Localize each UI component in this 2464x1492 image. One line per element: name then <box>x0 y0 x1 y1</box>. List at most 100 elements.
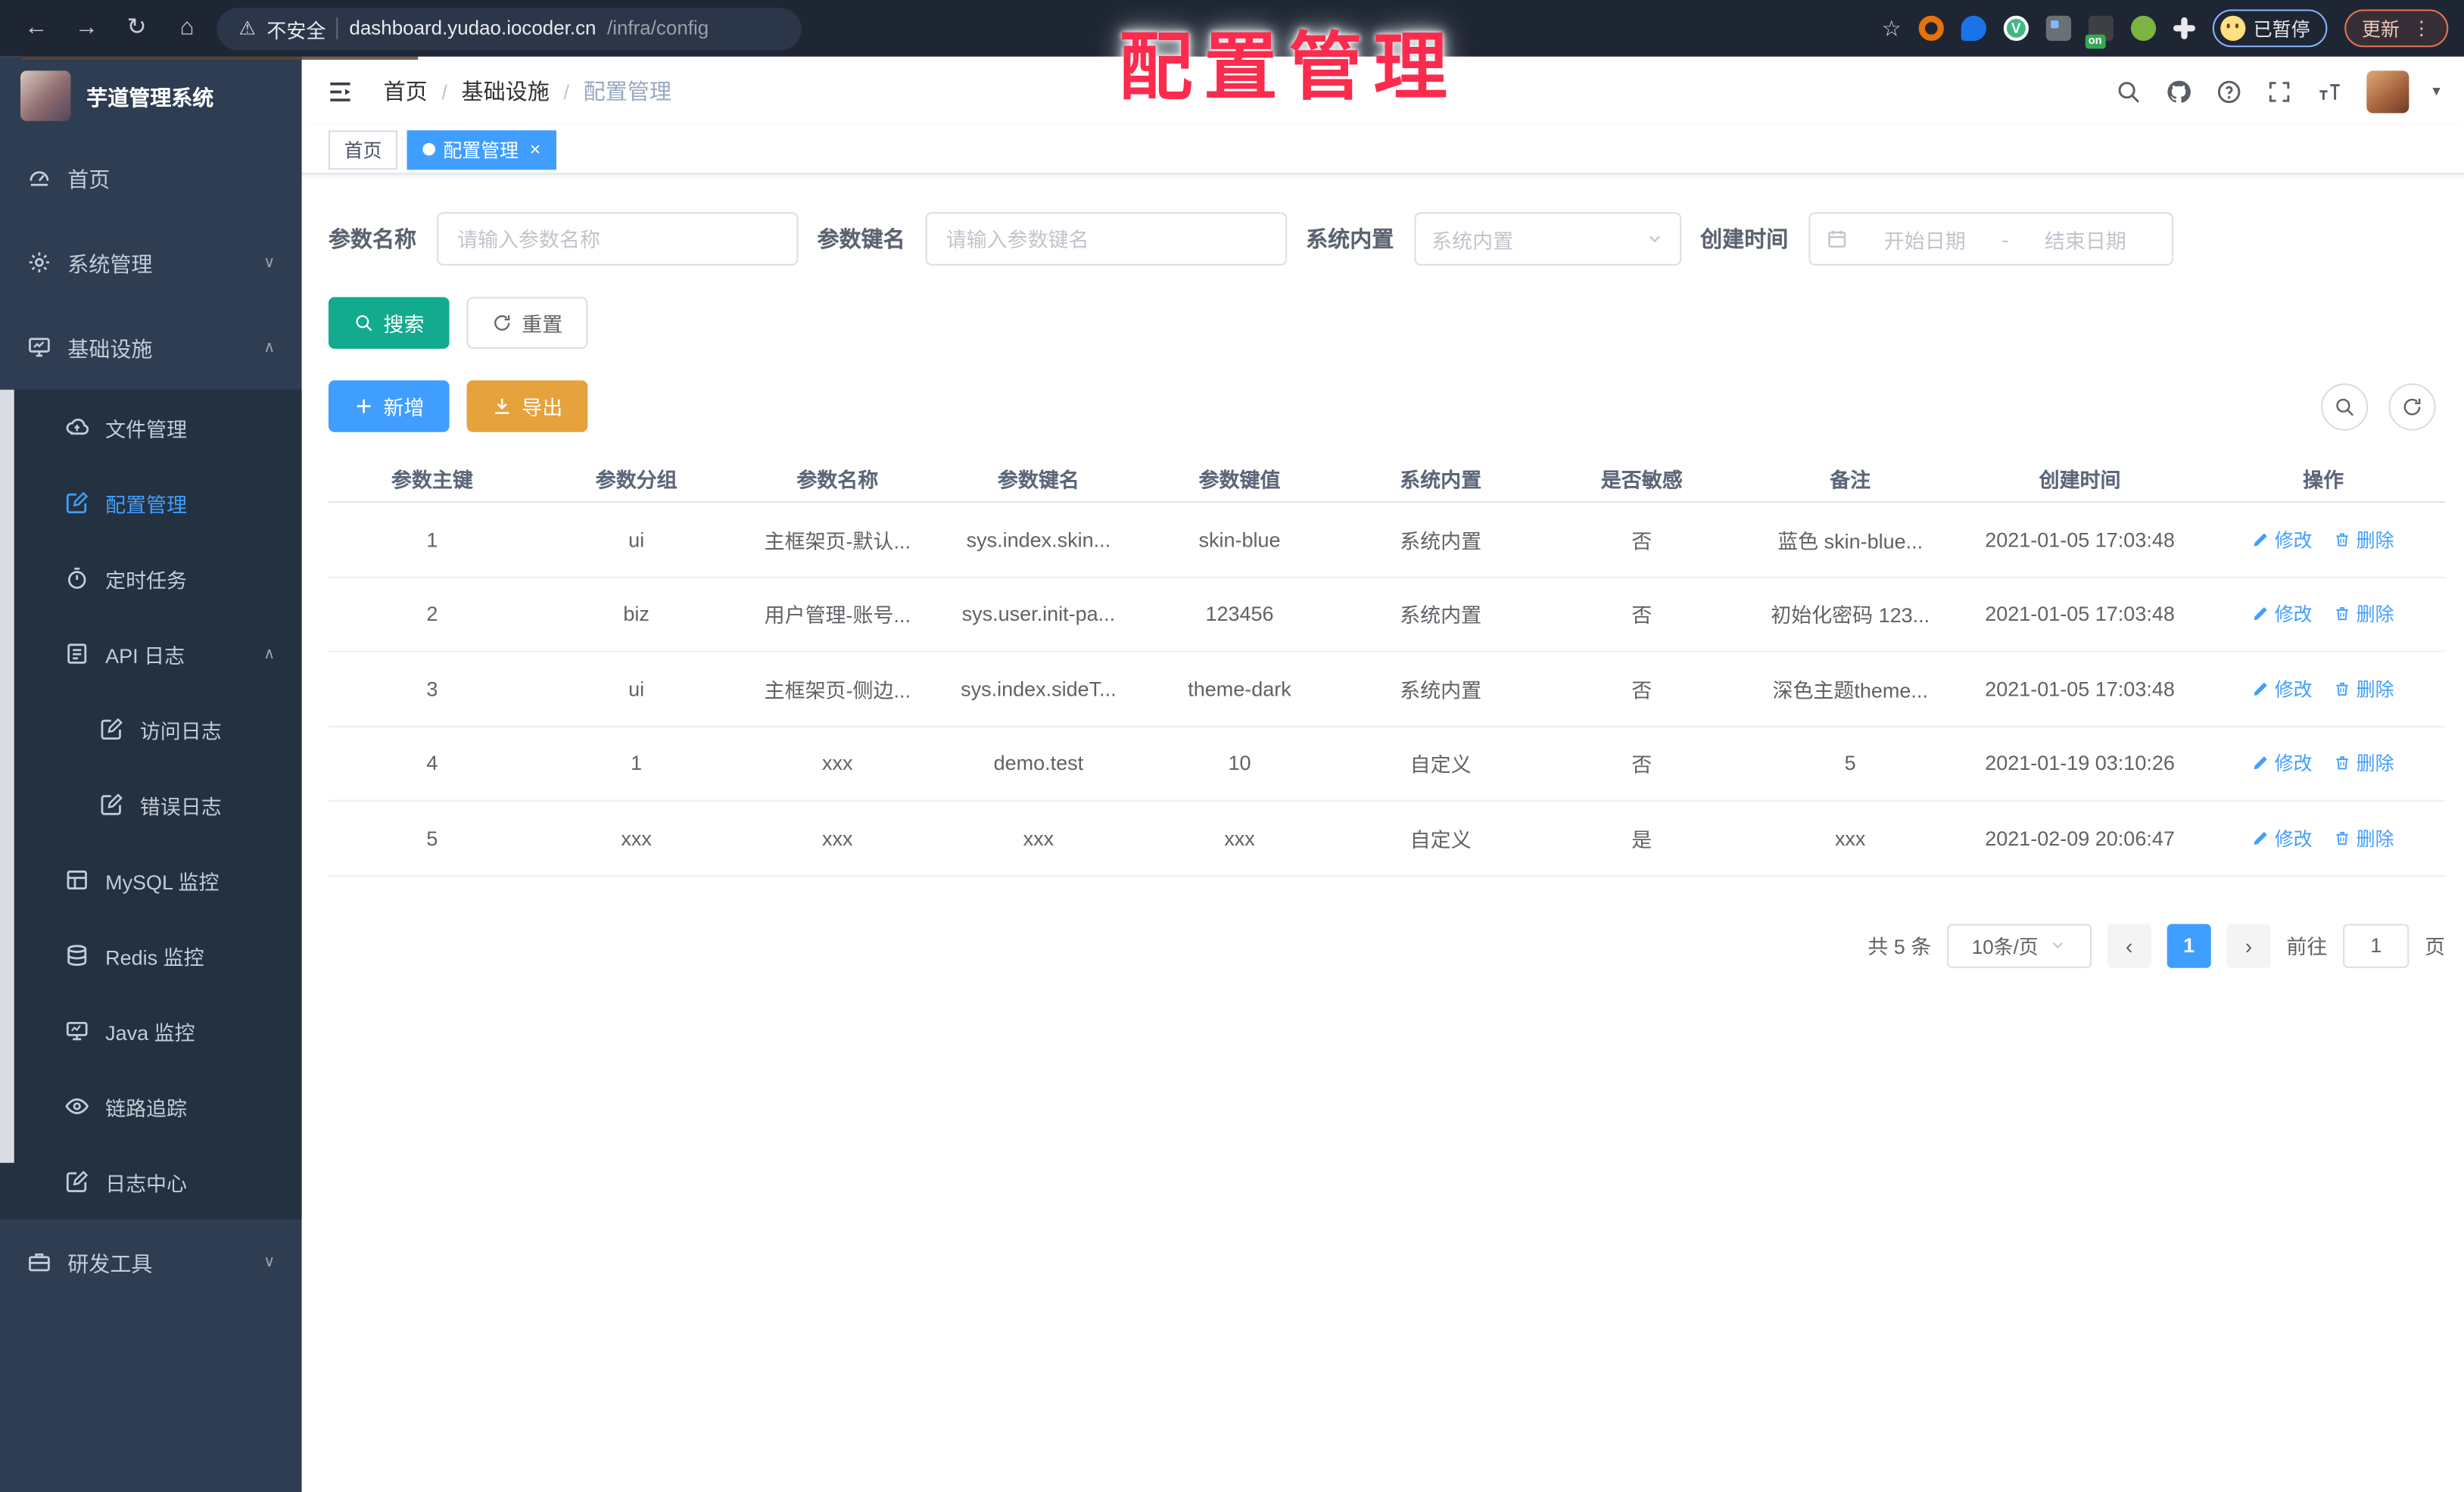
reset-button-label: 重置 <box>522 313 563 337</box>
address-bar[interactable]: ⚠ 不安全 dashboard.yudao.iocoder.cn/infra/c… <box>216 7 802 50</box>
fullscreen-icon[interactable] <box>2266 78 2292 104</box>
sidebar-item-label: 系统管理 <box>67 253 153 277</box>
table-cell: 初始化密码 123... <box>1771 603 1930 628</box>
font-size-icon[interactable] <box>2316 78 2343 104</box>
sidebar-item-file-management[interactable]: 文件管理 <box>0 390 302 466</box>
refresh-table-button[interactable] <box>2388 382 2436 430</box>
add-button[interactable]: 新增 <box>328 380 450 432</box>
export-button[interactable]: 导出 <box>466 380 588 432</box>
security-label[interactable]: 不安全 <box>266 14 326 43</box>
builtin-select[interactable]: 系统内置 <box>1414 212 1682 266</box>
breadcrumb-infrastructure[interactable]: 基础设施 <box>462 76 550 107</box>
extension-orange-icon[interactable] <box>1918 15 1944 41</box>
pagination-total: 共 5 条 <box>1867 935 1932 959</box>
url-divider <box>336 17 338 39</box>
bookmark-star-icon[interactable]: ☆ <box>1882 15 1902 42</box>
table-cell: 1 <box>426 527 438 552</box>
edit-square-icon <box>64 1169 89 1194</box>
table-cell: 2021-01-05 17:03:48 <box>1985 602 2175 626</box>
delete-link[interactable]: 删除 <box>2335 601 2394 628</box>
goto-page-input[interactable] <box>2343 923 2409 967</box>
column-header: 是否敏感 <box>1600 467 1683 491</box>
delete-link[interactable]: 删除 <box>2335 675 2394 702</box>
extension-pin-icon[interactable] <box>1961 15 1986 41</box>
sidebar-logo[interactable]: 芋道管理系统 <box>0 57 302 135</box>
search-button-label: 搜索 <box>383 313 425 337</box>
prev-page-button[interactable]: ‹ <box>2107 923 2151 967</box>
config-table: 参数主键 参数分组 参数名称 参数键名 参数键值 系统内置 是否敏感 备注 创建… <box>328 454 2446 877</box>
edit-link[interactable]: 修改 <box>2253 526 2313 553</box>
sidebar-item-redis-monitor[interactable]: Redis 监控 <box>0 917 302 993</box>
tag-home[interactable]: 首页 <box>328 129 398 170</box>
pencil-icon <box>2253 606 2270 623</box>
sidebar-item-mysql-monitor[interactable]: MySQL 监控 <box>0 843 302 918</box>
browser-back-button[interactable]: ← <box>16 8 57 48</box>
extension-green-icon[interactable] <box>2130 15 2157 41</box>
edit-link[interactable]: 修改 <box>2253 675 2313 702</box>
avatar-caret-icon[interactable]: ▾ <box>2432 83 2440 100</box>
sidebar-item-config-management[interactable]: 配置管理 <box>0 465 302 540</box>
edit-link[interactable]: 修改 <box>2253 601 2313 628</box>
reset-button[interactable]: 重置 <box>466 297 588 349</box>
param-key-input[interactable] <box>925 212 1288 266</box>
sidebar-item-infrastructure[interactable]: 基础设施 ∧ <box>0 305 302 390</box>
extension-proxy-icon[interactable]: on <box>2085 15 2114 49</box>
end-date-placeholder[interactable]: 结束日期 <box>2015 224 2156 254</box>
sidebar-item-label: 定时任务 <box>105 568 188 592</box>
sidebar-item-system-management[interactable]: 系统管理 ∨ <box>0 220 302 305</box>
search-button[interactable]: 搜索 <box>328 297 450 349</box>
breadcrumb-home[interactable]: 首页 <box>384 76 428 107</box>
table-row: 2 biz 用户管理-账号... sys.user.init-pa... 123… <box>328 578 2446 653</box>
sidebar-item-api-logs[interactable]: API 日志 ∧ <box>0 616 302 692</box>
column-header: 备注 <box>1830 467 1871 491</box>
chevron-down-icon: ∨ <box>263 1253 276 1271</box>
browser-home-button[interactable]: ⌂ <box>167 8 207 48</box>
extension-vue-devtools-icon[interactable]: V <box>2003 15 2029 41</box>
profile-paused-badge[interactable]: 已暂停 <box>2212 9 2328 48</box>
date-range-picker[interactable]: 开始日期 - 结束日期 <box>1808 212 2173 266</box>
sidebar-collapse-icon[interactable] <box>326 76 355 106</box>
delete-link[interactable]: 删除 <box>2335 526 2394 553</box>
sidebar-item-log-center[interactable]: 日志中心 <box>0 1144 302 1219</box>
sidebar-item-java-monitor[interactable]: Java 监控 <box>0 993 302 1069</box>
emoji-avatar-icon <box>2220 15 2246 41</box>
toggle-search-button[interactable] <box>2321 382 2369 430</box>
sidebar-item-tracing[interactable]: 链路追踪 <box>0 1069 302 1145</box>
browser-menu-icon[interactable]: ⋮ <box>2413 17 2431 39</box>
range-separator: - <box>2001 226 2009 251</box>
next-page-button[interactable]: › <box>2226 923 2271 967</box>
eye-icon <box>64 1094 89 1119</box>
edit-link[interactable]: 修改 <box>2253 824 2313 851</box>
column-header: 参数主键 <box>391 467 473 491</box>
sidebar-item-home[interactable]: 首页 <box>0 135 302 220</box>
table-cell: 否 <box>1631 678 1653 702</box>
browser-update-button[interactable]: 更新 ⋮ <box>2344 9 2449 48</box>
monitor-chart-icon <box>64 1018 89 1043</box>
sidebar-item-dev-tools[interactable]: 研发工具 ∨ <box>0 1219 302 1304</box>
delete-link[interactable]: 删除 <box>2335 824 2394 851</box>
sidebar-item-access-logs[interactable]: 访问日志 <box>0 691 302 767</box>
sidebar-scrollbar[interactable] <box>0 389 14 1163</box>
page-size-select[interactable]: 10条/页 <box>1946 923 2092 967</box>
browser-forward-button[interactable]: → <box>66 8 107 48</box>
tag-config-management[interactable]: 配置管理 × <box>407 129 556 170</box>
table-cell: 10 <box>1228 751 1251 775</box>
sidebar-item-scheduled-tasks[interactable]: 定时任务 <box>0 540 302 616</box>
extensions-puzzle-icon[interactable] <box>2173 17 2195 39</box>
param-name-input[interactable] <box>437 212 799 266</box>
security-warning-icon[interactable]: ⚠ <box>239 17 256 39</box>
current-page-button[interactable]: 1 <box>2167 923 2211 967</box>
search-icon[interactable] <box>2115 78 2142 104</box>
edit-link[interactable]: 修改 <box>2253 750 2313 777</box>
close-icon[interactable]: × <box>530 139 541 160</box>
extension-grid-icon[interactable] <box>2045 15 2071 41</box>
help-icon[interactable] <box>2216 78 2242 104</box>
browser-reload-button[interactable]: ↻ <box>117 8 157 48</box>
table-cell: theme-dark <box>1188 677 1291 701</box>
sidebar-item-error-logs[interactable]: 错误日志 <box>0 767 302 843</box>
avatar[interactable] <box>2366 70 2409 113</box>
delete-link[interactable]: 删除 <box>2335 750 2394 777</box>
github-icon[interactable] <box>2166 78 2192 104</box>
start-date-placeholder[interactable]: 开始日期 <box>1855 224 1995 254</box>
table-row: 1 ui 主框架页-默认... sys.index.skin... skin-b… <box>328 503 2446 578</box>
